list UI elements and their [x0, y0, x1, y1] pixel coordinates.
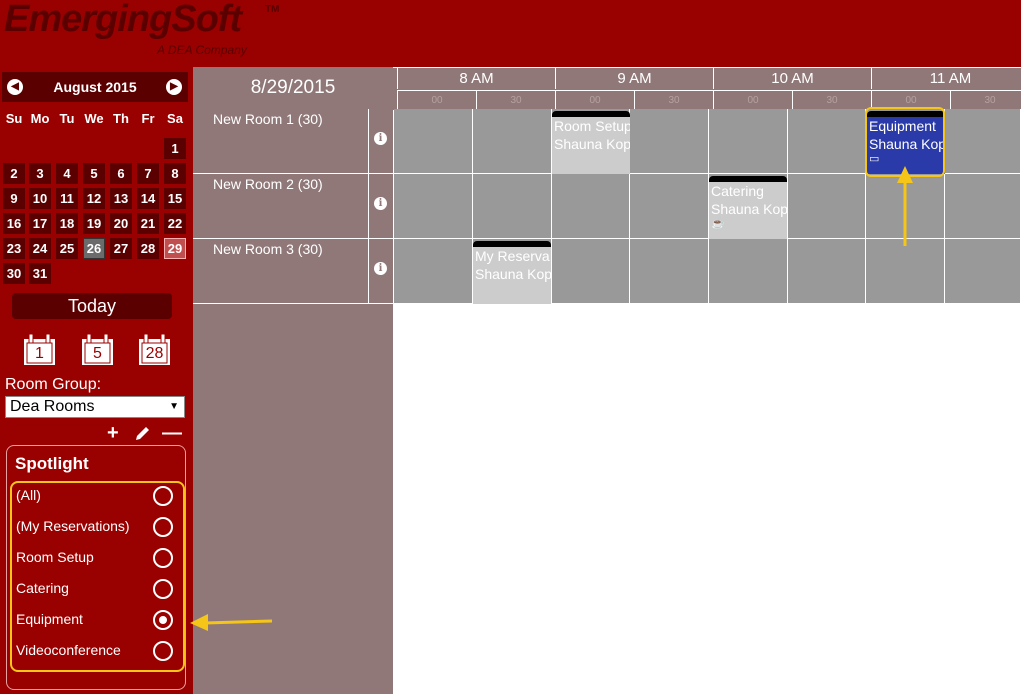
up-arrow — [897, 166, 913, 246]
left-arrow — [190, 614, 273, 631]
annotation-arrows — [190, 166, 913, 631]
